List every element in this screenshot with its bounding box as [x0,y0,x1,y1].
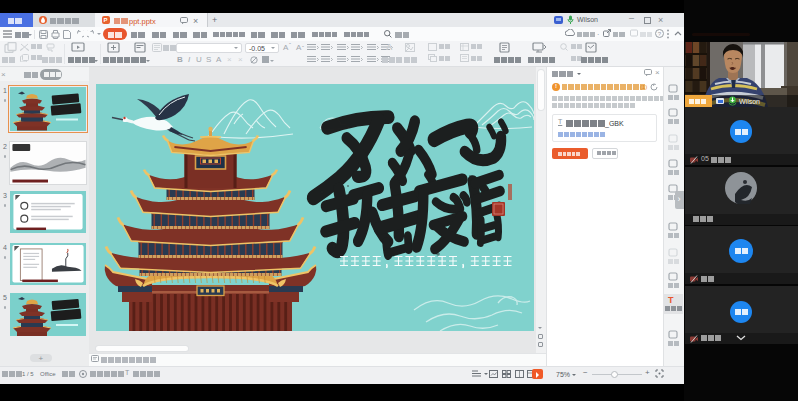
svg-text:?: ? [658,31,662,37]
